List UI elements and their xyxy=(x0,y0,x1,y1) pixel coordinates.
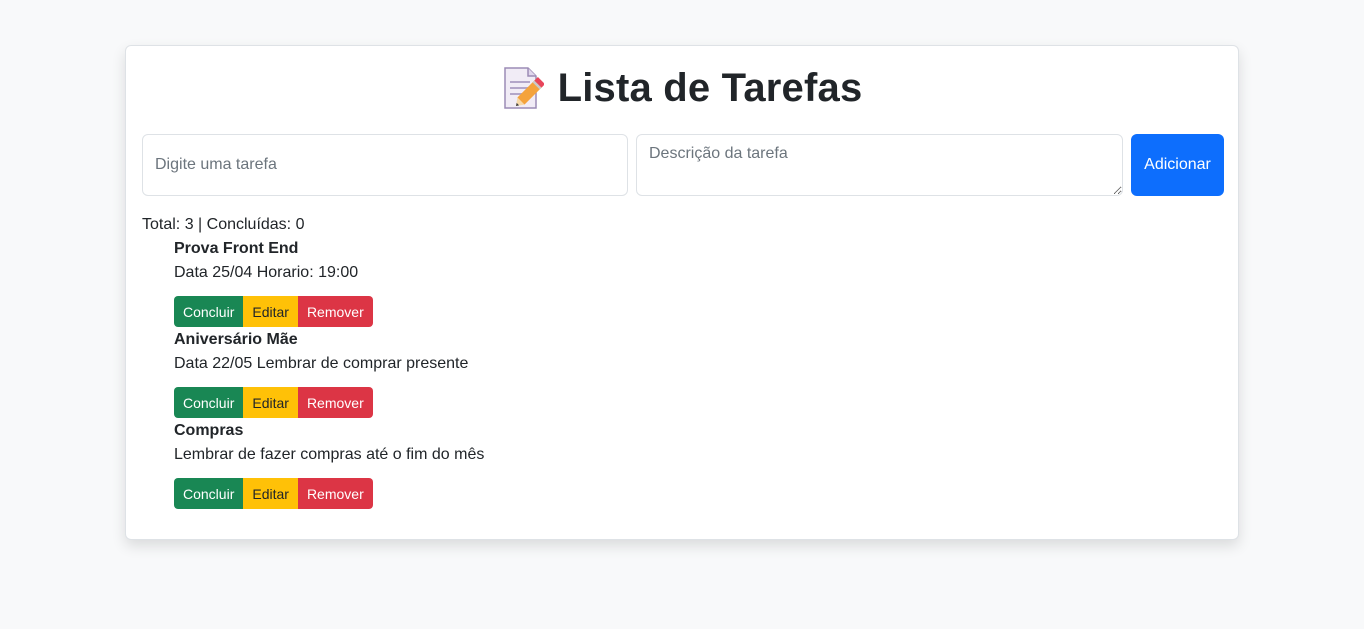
memo-icon xyxy=(503,67,544,109)
task-actions: Concluir Editar Remover xyxy=(174,296,373,327)
edit-button[interactable]: Editar xyxy=(243,296,298,327)
task-description: Data 25/04 Horario: 19:00 xyxy=(174,264,359,281)
task-actions: Concluir Editar Remover xyxy=(174,387,373,418)
complete-button[interactable]: Concluir xyxy=(174,296,244,327)
task-counter: Total: 3 | Concluídas: 0 xyxy=(142,216,305,233)
complete-button[interactable]: Concluir xyxy=(174,387,244,418)
edit-button[interactable]: Editar xyxy=(243,478,298,509)
page-title: Lista de Tarefas xyxy=(557,66,863,110)
add-task-button[interactable]: Adicionar xyxy=(1131,134,1224,196)
task-title-input[interactable] xyxy=(142,134,628,196)
task-description-textarea[interactable] xyxy=(636,134,1123,196)
title-row: Lista de Tarefas xyxy=(126,64,1238,112)
remove-button[interactable]: Remover xyxy=(297,296,373,327)
task-description: Data 22/05 Lembrar de comprar presente xyxy=(174,355,469,372)
task-title: Compras xyxy=(174,422,244,439)
task-list: Prova Front End Data 25/04 Horario: 19:0… xyxy=(174,239,874,512)
task-title: Aniversário Mãe xyxy=(174,331,298,348)
task-description: Lembrar de fazer compras até o fim do mê… xyxy=(174,446,485,463)
task-item: Compras Lembrar de fazer compras até o f… xyxy=(174,421,874,512)
remove-button[interactable]: Remover xyxy=(297,478,373,509)
task-title: Prova Front End xyxy=(174,240,299,257)
task-item: Prova Front End Data 25/04 Horario: 19:0… xyxy=(174,239,874,330)
task-actions: Concluir Editar Remover xyxy=(174,478,373,509)
task-item: Aniversário Mãe Data 22/05 Lembrar de co… xyxy=(174,330,874,421)
edit-button[interactable]: Editar xyxy=(243,387,298,418)
task-form: Adicionar xyxy=(142,134,1224,196)
todo-card: Lista de Tarefas Adicionar Total: 3 | Co… xyxy=(125,45,1239,540)
complete-button[interactable]: Concluir xyxy=(174,478,244,509)
remove-button[interactable]: Remover xyxy=(297,387,373,418)
